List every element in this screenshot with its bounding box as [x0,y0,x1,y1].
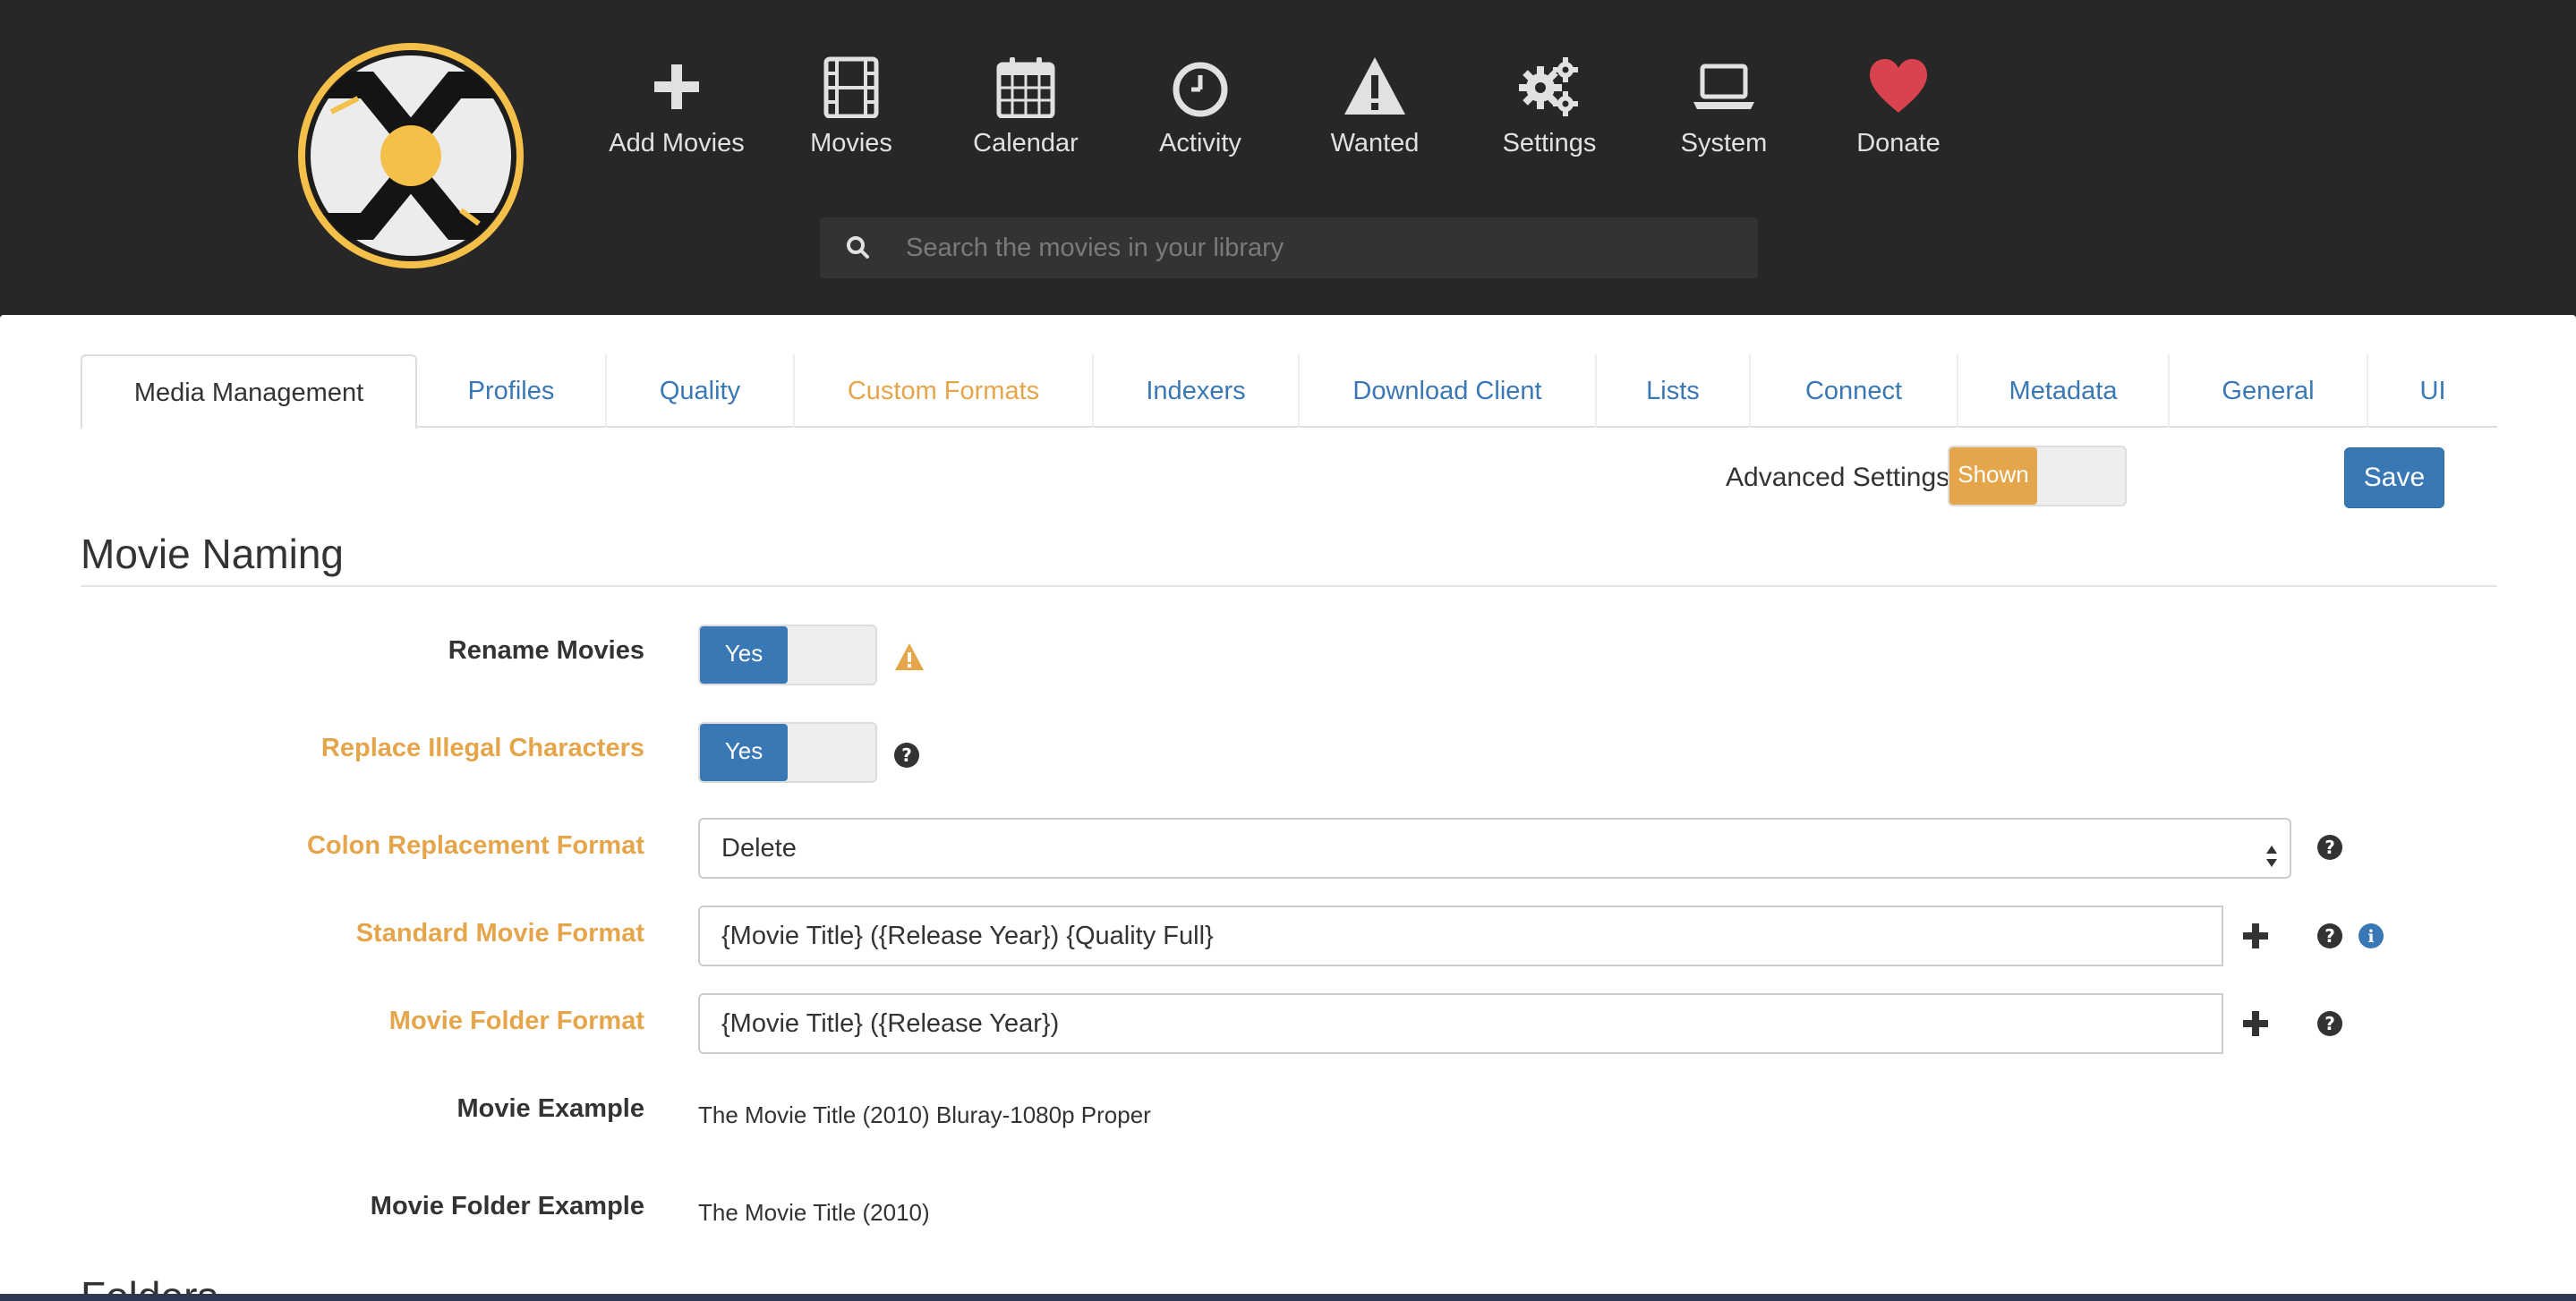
nav-label: Wanted [1330,129,1420,157]
movie-example-value: The Movie Title (2010) Bluray-1080p Prop… [698,1101,1151,1128]
nav-label: Calendar [973,129,1079,157]
standard-format-label: Standard Movie Format [355,919,644,948]
search-input[interactable] [906,217,1738,278]
colon-replacement-label: Colon Replacement Format [306,831,644,860]
nav-system[interactable]: System [1636,54,1812,170]
heart-icon [1811,54,1986,125]
tab-indexers[interactable]: Indexers [1094,354,1300,428]
warning-icon [893,642,925,672]
tab-general[interactable]: General [2170,354,2368,428]
settings-panel: Media Management Profiles Quality Custom… [0,315,2576,1301]
help-icon[interactable] [2316,1150,2343,1177]
standard-format-input[interactable]: {Movie Title} ({Release Year}) {Quality … [698,906,2223,966]
svg-text:i: i [2367,927,2374,947]
tab-ui[interactable]: UI [2368,354,2497,428]
add-token-button[interactable] [2229,997,2282,1050]
folder-format-input[interactable]: {Movie Title} ({Release Year}) [698,993,2223,1054]
film-icon [763,54,939,125]
radarr-logo[interactable] [295,40,526,271]
nav-label: Movies [810,129,892,157]
select-value: Delete [721,834,797,863]
tab-lists[interactable]: Lists [1597,354,1751,428]
nav-label: Settings [1502,129,1597,157]
tab-metadata[interactable]: Metadata [1958,354,2170,428]
nav-donate[interactable]: Donate [1811,54,1986,170]
nav-movies[interactable]: Movies [763,54,939,170]
laptop-icon [1636,54,1812,125]
add-token-button[interactable] [2229,909,2282,963]
folder-format-label: Movie Folder Format [388,1007,644,1035]
gears-icon [1462,54,1637,125]
info-icon[interactable]: i [2358,923,2384,949]
rename-movies-label: Rename Movies [448,636,644,665]
svg-text:?: ? [901,744,912,766]
nav-add-movies[interactable]: Add Movies [589,54,764,170]
tab-connect[interactable]: Connect [1751,354,1958,428]
section-title: Movie Naming [81,531,344,577]
search-box [820,217,1758,278]
warning-icon [1287,54,1463,125]
settings-tabs: Media Management Profiles Quality Custom… [81,354,2497,429]
svg-text:?: ? [2324,925,2335,947]
input-value: {Movie Title} ({Release Year}) {Quality … [721,922,1214,950]
svg-text:?: ? [2324,1013,2335,1034]
help-icon[interactable]: ? [2316,834,2343,861]
section-divider [81,585,2497,587]
tab-media-management[interactable]: Media Management [81,354,417,429]
toggle-knob: Shown [1949,447,2037,505]
nav-label: Add Movies [609,129,745,157]
search-icon [843,233,874,263]
replace-illegal-label: Replace Illegal Characters [320,734,644,762]
select-arrows-icon [2263,834,2281,867]
app-header: Add Movies Movies Calendar Activity Want… [0,0,2576,315]
calendar-icon [938,54,1113,125]
toggle-knob: Yes [700,724,788,781]
tab-download-client[interactable]: Download Client [1300,354,1597,428]
nav-settings[interactable]: Settings [1462,54,1637,170]
help-icon[interactable]: ? [2316,1010,2343,1037]
clock-icon [1113,54,1288,125]
tab-profiles[interactable]: Profiles [417,354,607,428]
plus-icon [589,54,764,125]
help-icon[interactable]: ? [893,742,920,769]
nav-label: Activity [1159,129,1241,157]
rename-movies-toggle[interactable]: Yes [698,625,877,685]
colon-replacement-select[interactable]: Delete [698,818,2291,879]
folder-example-label: Movie Folder Example [370,1192,644,1220]
toggle-knob: Yes [700,626,788,684]
nav-label: Donate [1856,129,1941,157]
input-value: {Movie Title} ({Release Year}) [721,1009,1060,1038]
nav-label: System [1680,129,1768,157]
bottom-bar [0,1294,2576,1301]
nav-activity[interactable]: Activity [1113,54,1288,170]
advanced-settings-toggle[interactable]: Shown [1948,446,2127,506]
replace-illegal-toggle[interactable]: Yes [698,722,877,783]
tab-custom-formats[interactable]: Custom Formats [795,354,1094,428]
folder-example-value: The Movie Title (2010) [698,1199,930,1226]
nav-wanted[interactable]: Wanted [1287,54,1463,170]
tab-quality[interactable]: Quality [607,354,795,428]
help-icon[interactable]: ? [2316,923,2343,949]
advanced-settings-label: Advanced Settings [1726,463,1950,492]
nav-calendar[interactable]: Calendar [938,54,1113,170]
movie-example-label: Movie Example [456,1094,644,1123]
save-button[interactable]: Save [2344,447,2444,508]
svg-text:?: ? [2324,837,2335,858]
